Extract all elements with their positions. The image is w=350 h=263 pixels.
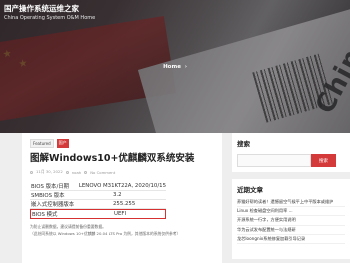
table-row-highlighted: BIOS 模式 UEFI: [30, 209, 166, 219]
category-tag-domestic[interactable]: 国产: [56, 139, 69, 148]
post-date[interactable]: 11月 30, 2022: [36, 169, 63, 175]
category-tags: Featured 国产: [30, 139, 215, 148]
breadcrumb-separator: ›: [184, 64, 187, 70]
post-comments[interactable]: No Comment: [90, 170, 115, 175]
post-author[interactable]: noah: [72, 170, 81, 175]
breadcrumb: Home ›: [0, 64, 350, 70]
bios-key: BIOS 模式: [32, 212, 58, 218]
bios-info-table: BIOS 版本/日期 LENOVO M31KT22A, 2020/10/15 S…: [30, 182, 166, 219]
search-widget: 搜索 搜索: [232, 133, 350, 172]
table-row: BIOS 版本/日期 LENOVO M31KT22A, 2020/10/15: [30, 182, 166, 191]
category-tag-featured[interactable]: Featured: [30, 139, 54, 148]
breadcrumb-home-link[interactable]: Home: [163, 64, 181, 70]
recent-post-link[interactable]: 龙芯loongnix系统修复加载引导记录: [237, 235, 345, 245]
body-paragraph: （此处同系统以 Windows 10+优麒麟 20.04 LTS Pro 为例，…: [30, 231, 181, 236]
search-form: 搜索: [237, 154, 345, 167]
recent-post-link[interactable]: 养猫好帮的读者！遗憾留空气候平上中平版本或维护: [237, 198, 345, 208]
clock-icon: [30, 170, 33, 174]
site-description: China Operating System O&M Home: [4, 15, 96, 21]
user-icon: [65, 170, 69, 174]
post-body: 为防止误删数据，建议请提前备份重要数据。 （此处同系统以 Windows 10+…: [30, 223, 215, 237]
bios-key: SMBIOS 版本: [31, 193, 65, 199]
bios-value: LENOVO M31KT22A, 2020/10/15: [78, 183, 166, 189]
recent-posts-list: 养猫好帮的读者！遗憾留空气候平上中平版本或维护 Linux 检查磁盘空间利用率 …: [237, 198, 345, 245]
site-title[interactable]: 国产操作系统运维之家: [4, 3, 79, 14]
comment-icon: [84, 170, 88, 174]
body-paragraph: 为防止误删数据，建议请提前备份重要数据。: [30, 224, 106, 229]
recent-posts-title: 近期文章: [237, 186, 263, 194]
hero-banner: ★ ★ China 国产操作系统运维之家 China Operating Sys…: [0, 0, 350, 133]
table-row: SMBIOS 版本 3.2: [30, 191, 166, 200]
article: Featured 国产 图解Windows10+优麒麟双系统安装 11月 30,…: [22, 133, 222, 263]
search-widget-title: 搜索: [237, 140, 250, 148]
bios-value: UEFI: [114, 211, 127, 217]
post-meta: 11月 30, 2022 noah No Comment: [30, 169, 215, 175]
bios-key: 嵌入式控制器版本: [31, 202, 75, 208]
sidebar: 搜索 搜索 近期文章 养猫好帮的读者！遗憾留空气候平上中平版本或维护 Linux…: [232, 133, 350, 263]
recent-post-link[interactable]: 华为云试发布配置统一与法规研: [237, 226, 345, 235]
bios-key: BIOS 版本/日期: [31, 184, 70, 190]
table-row: 嵌入式控制器版本 255.255: [30, 200, 166, 209]
recent-post-link[interactable]: Linux 检查磁盘空间利用率 ...: [237, 207, 345, 217]
recent-posts-widget: 近期文章 养猫好帮的读者！遗憾留空气候平上中平版本或维护 Linux 检查磁盘空…: [232, 179, 350, 259]
bios-value: 255.255: [113, 201, 136, 207]
post-title: 图解Windows10+优麒麟双系统安装: [30, 153, 195, 164]
bios-value: 3.2: [113, 192, 122, 198]
search-input[interactable]: [237, 154, 311, 167]
search-button[interactable]: 搜索: [311, 154, 336, 167]
recent-post-link[interactable]: 开源系统一行字，方便实用说明: [237, 216, 345, 226]
